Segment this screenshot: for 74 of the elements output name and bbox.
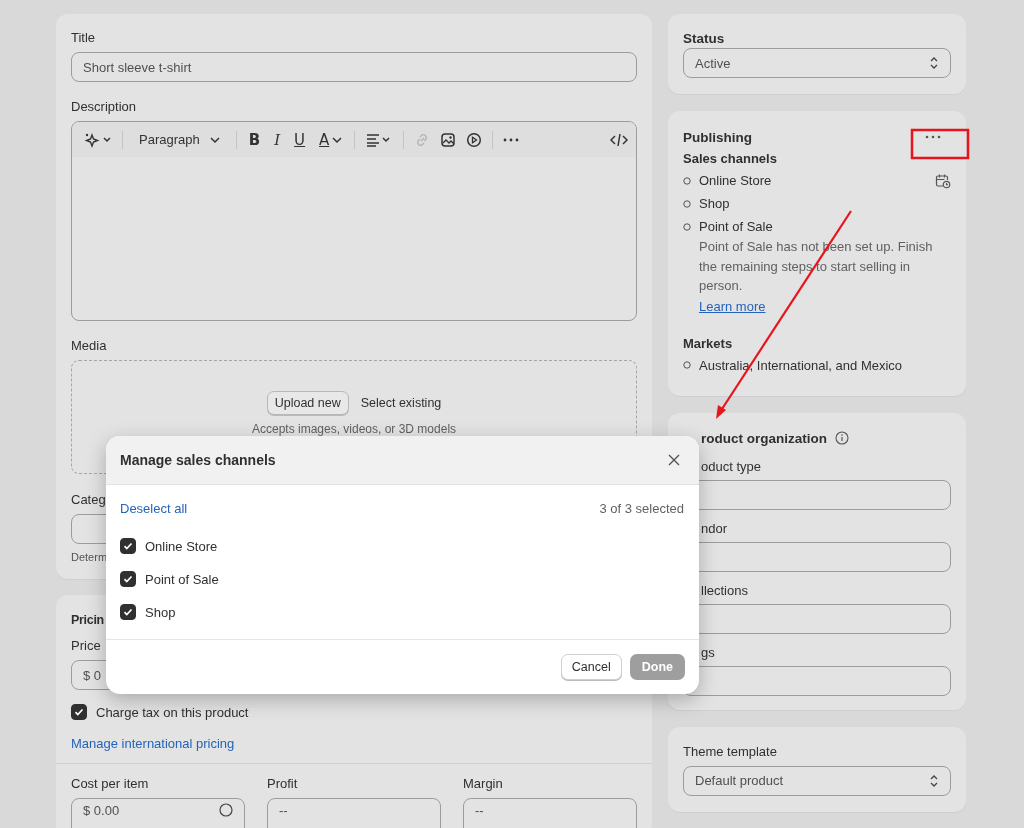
chevron-icon xyxy=(209,135,220,144)
title-field[interactable]: Short sleeve t-shirt xyxy=(71,52,637,82)
sparkle-icon[interactable] xyxy=(84,131,112,148)
calendar-clock-icon[interactable] xyxy=(935,172,951,189)
checkmark-icon xyxy=(122,606,134,618)
field-hint: Determ xyxy=(71,551,108,563)
underline-button[interactable]: U xyxy=(292,130,308,149)
field-label: Description xyxy=(71,99,137,115)
highlight-box xyxy=(910,128,970,160)
info-icon[interactable] xyxy=(835,431,849,445)
field-label: Margin xyxy=(463,776,504,792)
paragraph-select[interactable]: Paragraph xyxy=(133,132,226,147)
cost-field[interactable]: $ 0.00 xyxy=(71,798,245,828)
cancel-button[interactable]: Cancel xyxy=(560,654,622,680)
field-label: Price xyxy=(71,638,101,654)
status-dot-icon xyxy=(683,361,691,369)
status-dot-icon xyxy=(683,176,691,185)
learn-more-link[interactable]: Learn more xyxy=(683,298,766,314)
channel-name: Point of Sale xyxy=(699,218,773,235)
section-label: Sales channels xyxy=(683,151,777,166)
status-dot-icon xyxy=(683,199,691,208)
status-dot-icon xyxy=(683,222,691,231)
close-icon[interactable] xyxy=(667,453,681,467)
checkbox-label: Shop xyxy=(145,604,176,620)
media-hint: Accepts images, videos, or 3D models xyxy=(251,422,457,436)
checkbox[interactable] xyxy=(120,604,136,620)
upload-button[interactable]: Upload new xyxy=(266,391,349,415)
italic-button[interactable]: I xyxy=(272,130,283,149)
field-label: Media xyxy=(71,338,107,354)
checkbox-label: Charge tax on this product xyxy=(96,704,249,720)
checkbox-label: Point of Sale xyxy=(145,571,219,587)
description-editor[interactable]: Paragraph B I U A xyxy=(71,121,637,321)
checkbox[interactable] xyxy=(71,704,87,720)
video-icon[interactable] xyxy=(466,131,483,148)
field-label: Profit xyxy=(267,776,299,792)
modal-title: Manage sales channels xyxy=(120,452,276,468)
deselect-all-link[interactable]: Deselect all xyxy=(120,501,188,516)
field-label: Title xyxy=(71,30,96,46)
field-label: Cost per item xyxy=(71,776,150,792)
chevron-icon xyxy=(332,135,343,144)
channel-name: Shop xyxy=(699,195,730,212)
theme-select[interactable]: Default product xyxy=(683,765,951,796)
checkbox-label: Online Store xyxy=(145,538,218,554)
margin-field: -- xyxy=(463,798,637,828)
select-existing-button[interactable]: Select existing xyxy=(360,396,442,410)
field-label: ndor xyxy=(700,520,729,537)
checkmark-icon xyxy=(122,573,134,585)
field-label: gs xyxy=(700,644,716,661)
field-label: Theme template xyxy=(683,743,777,760)
up-down-chevron-icon xyxy=(929,773,939,788)
section-label: Markets xyxy=(683,335,733,351)
status-select[interactable]: Active xyxy=(683,48,951,78)
up-down-chevron-icon xyxy=(929,56,939,70)
field-label: llections xyxy=(700,582,749,599)
image-icon[interactable] xyxy=(440,131,457,148)
more-icon[interactable] xyxy=(503,136,520,143)
checkmark-icon xyxy=(122,540,134,552)
channel-name: Online Store xyxy=(699,172,772,189)
card-title: Publishing xyxy=(683,129,752,147)
card-title: roduct organization xyxy=(700,429,827,448)
card-title: Pricin xyxy=(71,612,104,629)
selection-count: 3 of 3 selected xyxy=(599,501,684,516)
profit-field: -- xyxy=(267,798,441,828)
checkmark-icon xyxy=(73,706,85,718)
bold-button[interactable]: B xyxy=(246,130,263,149)
field-label: Categ xyxy=(71,492,106,508)
code-icon[interactable] xyxy=(610,132,628,147)
checkbox[interactable] xyxy=(120,571,136,587)
card-title: Status xyxy=(683,30,725,48)
more-icon xyxy=(925,135,941,139)
checkbox[interactable] xyxy=(120,538,136,554)
international-pricing-link[interactable]: Manage international pricing xyxy=(71,736,637,751)
field-label: oduct type xyxy=(700,458,762,475)
text-color-button[interactable]: A xyxy=(317,130,345,149)
